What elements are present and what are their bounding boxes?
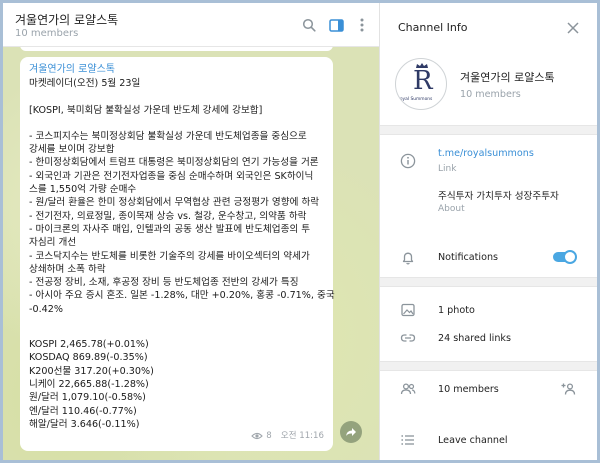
message-line: 마켓레이더(오전) 5월 23일 bbox=[29, 78, 141, 90]
notifications-toggle[interactable] bbox=[553, 250, 577, 264]
message-line: - 원/달러 환율은 한미 정상회담에서 무역협상 관련 긍정평가 영향에 하락 bbox=[29, 197, 320, 209]
market-quote: 엔/달러 110.46(-0.77%) bbox=[29, 405, 137, 417]
avatar-letter: R bbox=[413, 66, 433, 96]
sidebar-toggle-icon[interactable] bbox=[328, 17, 344, 33]
message-line: -0.42% bbox=[29, 303, 63, 315]
channel-info-panel: Channel Info R Royal Summons 겨울연가의 로얄스톡 … bbox=[379, 3, 597, 460]
channel-name: 겨울연가의 로얄스톡 bbox=[460, 71, 555, 84]
share-icon[interactable] bbox=[340, 421, 362, 443]
message-line: 자심리 개선 bbox=[29, 237, 77, 249]
photo-icon bbox=[401, 303, 415, 317]
market-quote: 원/달러 1,079.10(-0.58%) bbox=[29, 392, 146, 404]
channel-avatar[interactable]: R Royal Summons bbox=[395, 58, 447, 110]
view-count: 8 bbox=[266, 430, 272, 441]
list-icon bbox=[401, 435, 414, 445]
message-line: 스를 1,550억 가량 순매수 bbox=[29, 184, 137, 196]
message-line: - 아시아 주요 증시 혼조. 일본 -1.28%, 대만 +0.20%, 홍콩… bbox=[29, 290, 335, 302]
message-line: - 전공정 장비, 소재, 후공정 장비 등 반도체업종 전반의 강세가 특징 bbox=[29, 277, 299, 289]
message-line: - 외국인과 기관은 전기전자업종을 중심 순매수하며 외국인은 SK하이닉 bbox=[29, 170, 314, 182]
message-meta: 8 오전 11:16 bbox=[251, 430, 324, 443]
divider bbox=[380, 361, 597, 371]
about-text: 주식투자 가치투자 성장주투자 bbox=[438, 191, 559, 202]
avatar-text: Royal Summons bbox=[397, 97, 433, 102]
search-icon[interactable] bbox=[301, 17, 317, 33]
message-author[interactable]: 겨울연가의 로얄스톡 bbox=[29, 63, 324, 76]
message-line: 상쇄하며 소폭 하락 bbox=[29, 263, 106, 275]
market-quote: KOSPI 2,465.78(+0.01%) bbox=[29, 339, 149, 351]
panel-title: Channel Info bbox=[398, 21, 468, 34]
message-line: 강세를 보이며 강보합 bbox=[29, 144, 115, 156]
info-icon bbox=[400, 153, 416, 169]
message-time: 오전 11:16 bbox=[280, 430, 324, 441]
market-quote: K200선물 317.20(+0.30%) bbox=[29, 365, 154, 377]
chat-pane: 겨울연가의 로얄스톡 10 members 겨울연가의 로얄스톡 마켓레이더(오… bbox=[3, 3, 379, 460]
app-window: 겨울연가의 로얄스톡 10 members 겨울연가의 로얄스톡 마켓레이더(오… bbox=[0, 0, 600, 463]
link-label: Link bbox=[438, 164, 457, 174]
message-line: [KOSPI, 북미회담 불확실성 가운데 반도체 강세에 강보합] bbox=[29, 104, 263, 116]
more-menu-icon[interactable] bbox=[354, 17, 370, 33]
message-line: - 한미정상회담에서 트럼프 대통령은 북미정상회담의 연기 가능성을 거론 bbox=[29, 157, 319, 169]
leave-channel-button[interactable]: Leave channel bbox=[438, 435, 508, 446]
divider bbox=[380, 125, 597, 135]
market-quote: 니케이 22,665.88(-1.28%) bbox=[29, 378, 149, 390]
add-member-icon[interactable] bbox=[561, 381, 577, 397]
notifications-label: Notifications bbox=[438, 252, 499, 263]
message-line: - 코스피지수는 북미정상회담 불확실성 가운데 반도체업종을 중심으로 bbox=[29, 130, 307, 142]
members-item[interactable]: 10 members bbox=[438, 384, 499, 395]
message-line: - 전기전자, 의료정밀, 종이목재 상승 vs. 철강, 운수창고, 의약품 … bbox=[29, 210, 307, 222]
chat-title[interactable]: 겨울연가의 로얄스톡 bbox=[15, 11, 118, 28]
shared-links-item[interactable]: 24 shared links bbox=[438, 333, 511, 344]
message-line: - 마이크론의 자사주 매입, 인텔과의 공동 생산 발표에 반도체업종의 투 bbox=[29, 223, 311, 235]
about-label: About bbox=[438, 204, 465, 214]
message-bubble[interactable]: 겨울연가의 로얄스톡 마켓레이더(오전) 5월 23일 [KOSPI, 북미회담… bbox=[20, 57, 335, 451]
message-line: - 코스닥지수는 반도체를 비롯한 기술주의 강세를 바이오섹터의 약세가 bbox=[29, 250, 310, 262]
close-icon[interactable] bbox=[566, 20, 580, 34]
link-icon bbox=[400, 334, 416, 342]
chat-header: 겨울연가의 로얄스톡 10 members bbox=[3, 3, 379, 47]
channel-member-count: 10 members bbox=[460, 89, 521, 100]
bell-icon bbox=[402, 252, 414, 265]
views-eye-icon bbox=[251, 433, 263, 440]
members-icon bbox=[400, 383, 416, 395]
divider bbox=[380, 277, 597, 287]
chat-member-count: 10 members bbox=[15, 28, 79, 39]
market-quote: KOSDAQ 869.89(-0.35%) bbox=[29, 352, 148, 364]
photos-item[interactable]: 1 photo bbox=[438, 305, 475, 316]
channel-link[interactable]: t.me/royalsummons bbox=[438, 148, 534, 159]
